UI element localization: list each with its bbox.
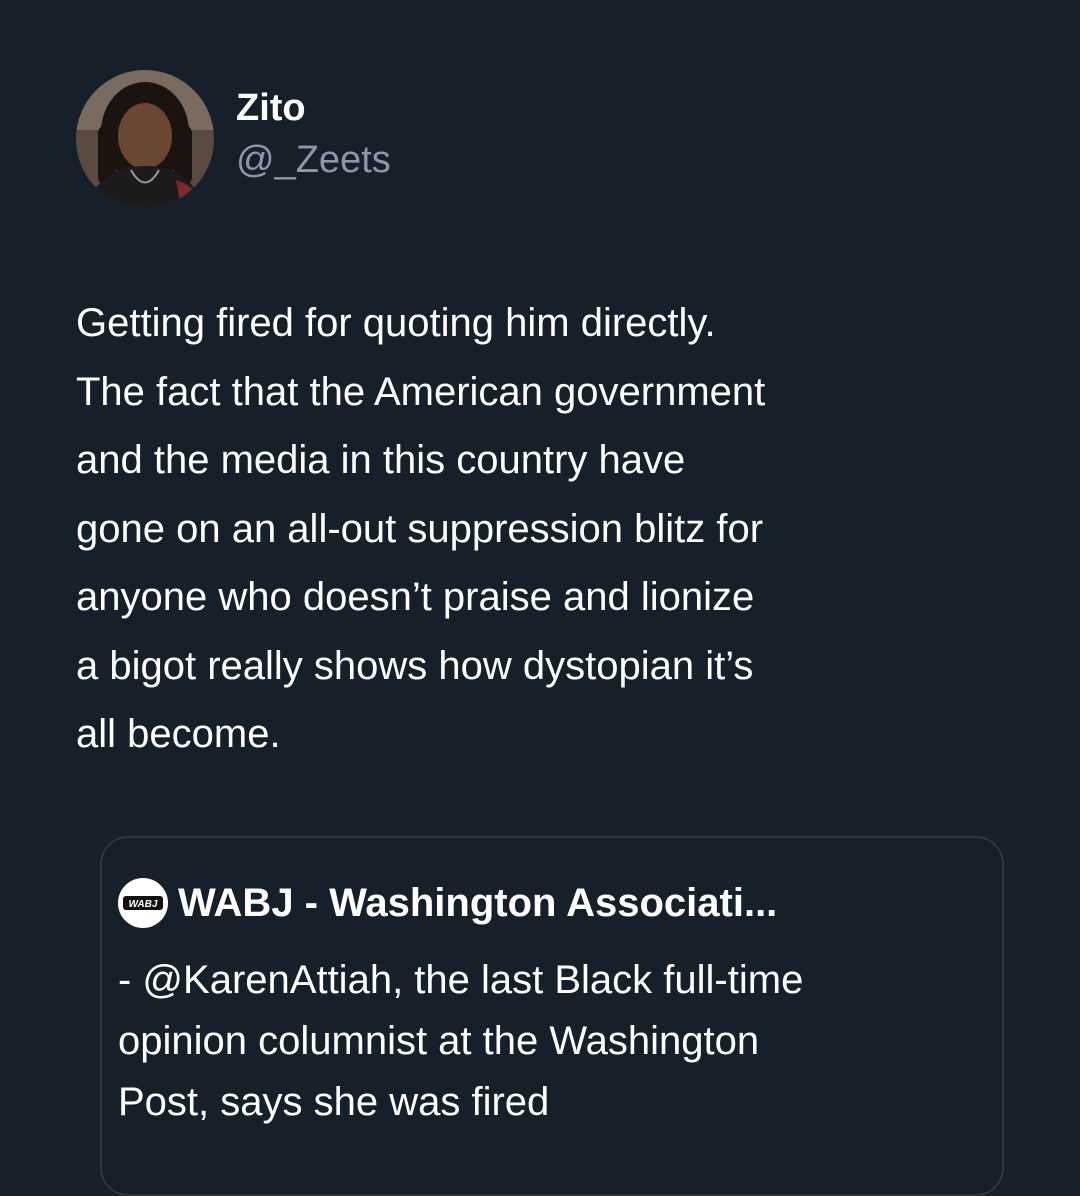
tweet-text-line: a bigot really shows how dystopian it’s bbox=[76, 643, 754, 688]
wabj-logo-icon: WABJ bbox=[118, 878, 168, 928]
author-names: Zito @_Zeets bbox=[236, 70, 391, 208]
quoted-text-line: opinion columnist at the Washington bbox=[118, 1019, 760, 1063]
author-display-name[interactable]: Zito bbox=[236, 86, 391, 130]
author-handle[interactable]: @_Zeets bbox=[236, 136, 391, 184]
tweet-text-line: Getting fired for quoting him directly. bbox=[76, 301, 716, 345]
tweet-text-line: and the media in this country have bbox=[76, 438, 686, 482]
tweet-text-line: gone on an all-out suppression blitz for bbox=[76, 506, 764, 551]
quoted-tweet-header: WABJ WABJ - Washington Associati... bbox=[118, 878, 777, 928]
tweet-text-line: anyone who doesn’t praise and lionize bbox=[76, 575, 755, 619]
svg-text:WABJ: WABJ bbox=[129, 899, 158, 910]
avatar[interactable] bbox=[76, 70, 214, 208]
tweet-text-line: all become. bbox=[76, 712, 281, 756]
tweet-header: Zito @_Zeets bbox=[76, 70, 391, 208]
quoted-text-line: Post, says she was fired bbox=[118, 1080, 550, 1124]
tweet-text-line: The fact that the American government bbox=[76, 369, 766, 414]
tweet-text: Getting fired for quoting him directly. … bbox=[76, 289, 1016, 769]
quoted-tweet-card[interactable]: WABJ WABJ - Washington Associati... - @K… bbox=[100, 836, 1004, 1196]
avatar-photo-icon bbox=[76, 70, 214, 208]
quoted-author-name[interactable]: WABJ - Washington Associati... bbox=[178, 879, 777, 927]
quoted-tweet-text: - @KarenAttiah, the last Black full-time… bbox=[118, 950, 978, 1133]
quoted-text-line: - @KarenAttiah, the last Black full-time bbox=[118, 958, 804, 1002]
